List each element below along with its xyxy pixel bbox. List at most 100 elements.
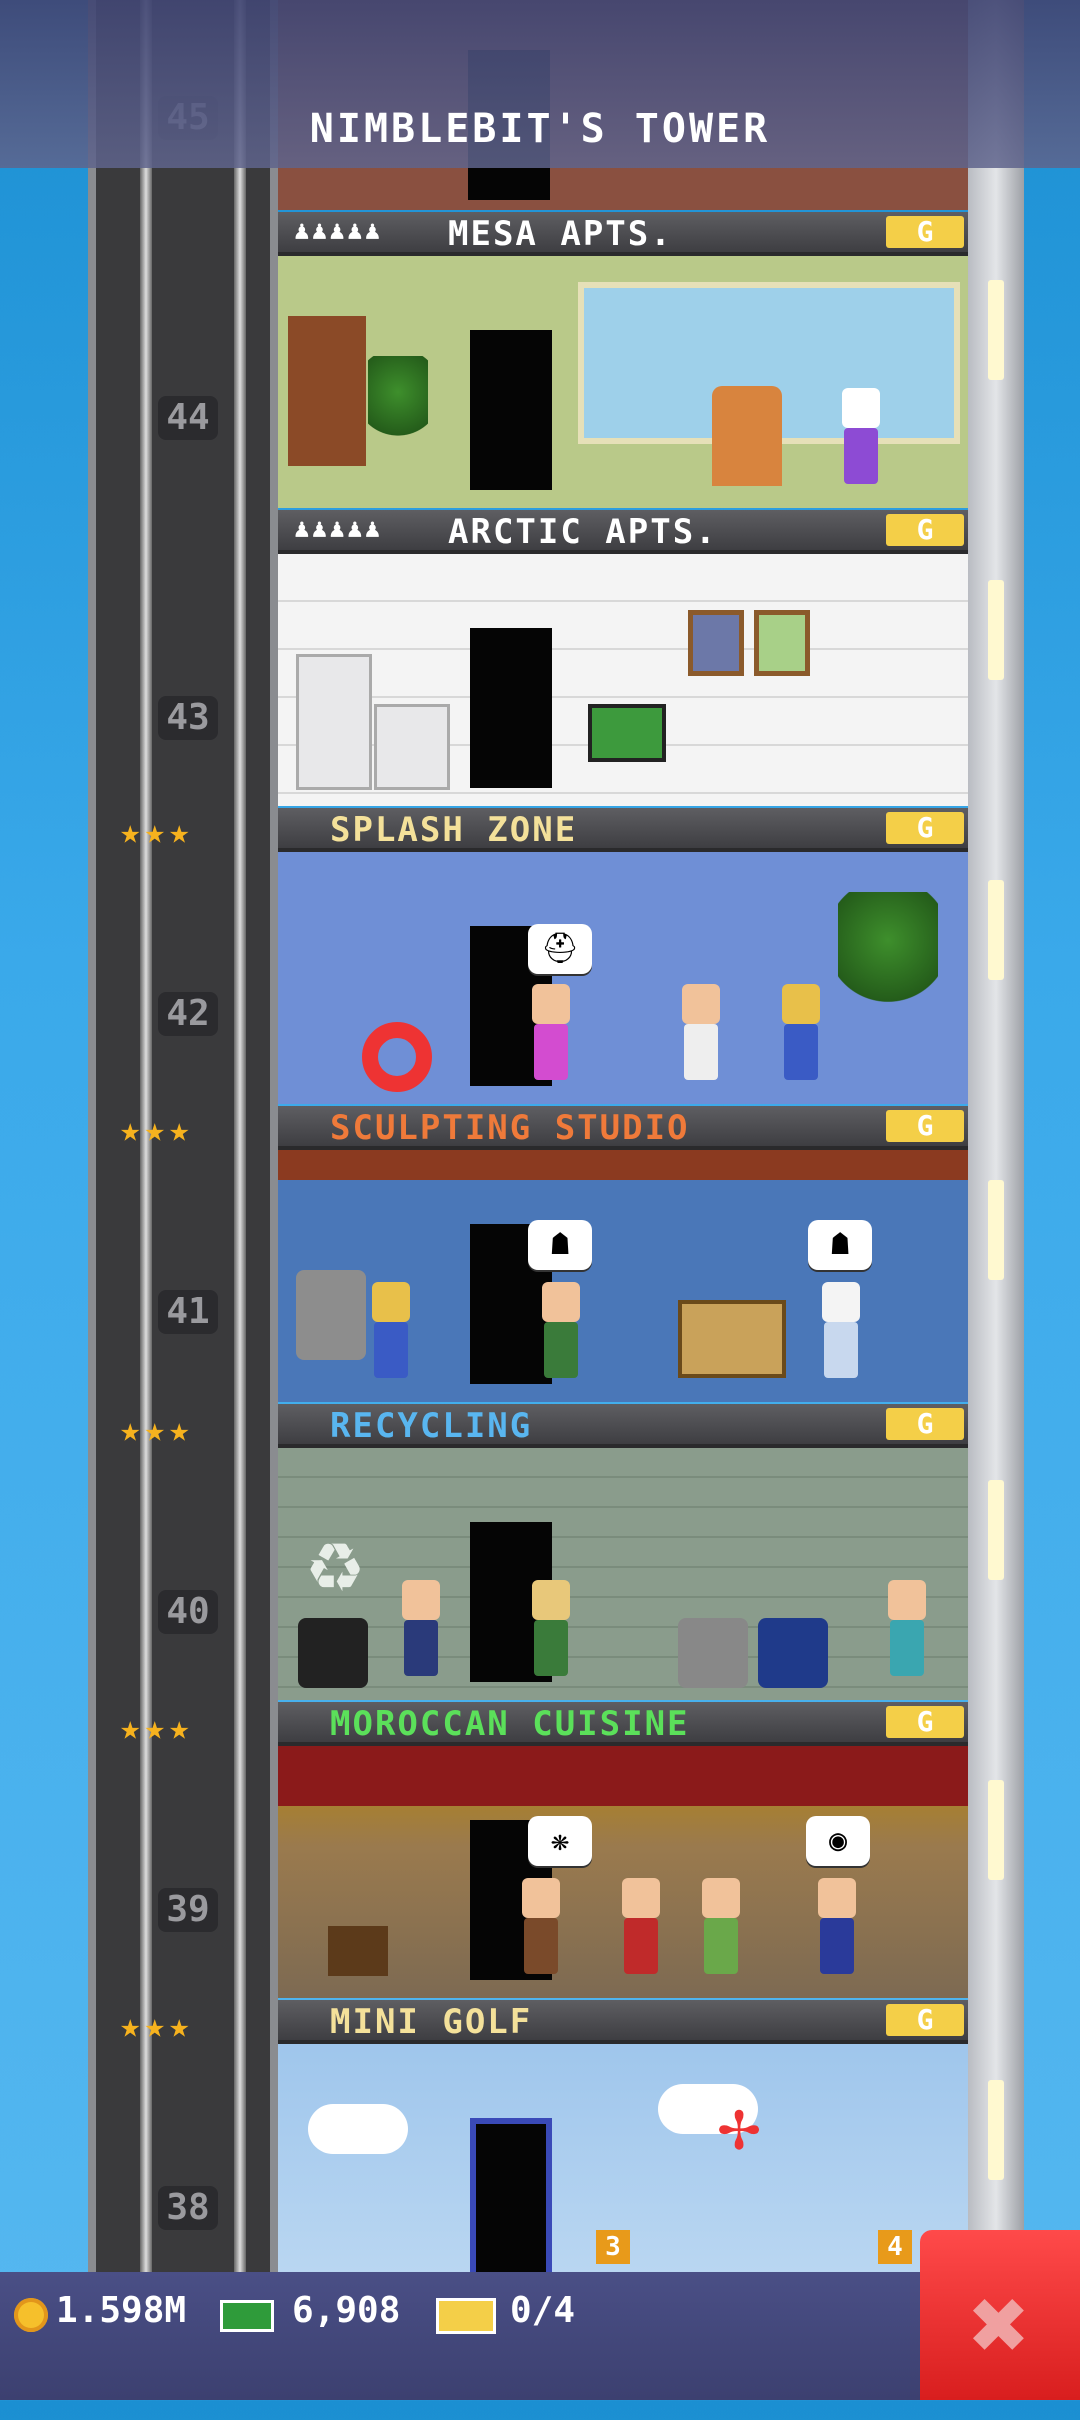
gold-badge[interactable]: G <box>886 1706 964 1738</box>
floor-name: ARCTIC APTS. <box>448 512 718 552</box>
bux-value: 6,908 <box>292 2290 401 2331</box>
customer[interactable] <box>528 984 574 1084</box>
floor-name-bar: ♟♟♟♟♟ MESA APTS. G <box>278 212 968 256</box>
floor-42[interactable]: SPLASH ZONE G ⛑ <box>278 808 968 1104</box>
unicorn-resident[interactable] <box>838 388 884 488</box>
bookshelf <box>288 316 366 466</box>
floor-43[interactable]: ♟♟♟♟♟ ARCTIC APTS. G <box>278 510 968 806</box>
thought-bubble: ⛑ <box>528 924 592 974</box>
recycling-bin <box>298 1618 368 1688</box>
floor-number-41: 41 <box>158 1290 218 1334</box>
windmill-icon: ✢ <box>718 2084 761 2166</box>
customer[interactable] <box>698 1878 744 1978</box>
floor-number-40: 40 <box>158 1590 218 1634</box>
gold-badge[interactable]: G <box>886 1110 964 1142</box>
sculpture <box>296 1270 366 1360</box>
floor-number-42: 42 <box>158 992 218 1036</box>
recycle-icon: ♻ <box>308 1508 363 1613</box>
coins-value: 1.598M <box>56 2290 187 2331</box>
refrigerator <box>296 654 372 790</box>
resident-icons: ♟♟♟♟♟ <box>294 216 383 246</box>
floor-door <box>470 330 552 490</box>
tower-window <box>988 1180 1004 1280</box>
close-icon: ✖ <box>969 2266 1031 2383</box>
customer[interactable] <box>814 1878 860 1978</box>
floor-stars: ★★★ <box>120 2006 194 2046</box>
thought-bubble: ☗ <box>528 1220 592 1270</box>
customer[interactable] <box>678 984 724 1084</box>
floor-room[interactable]: ✢ 3 4 <box>278 2044 968 2296</box>
floor-room[interactable]: ♻ <box>278 1448 968 1700</box>
floor-number-44: 44 <box>158 396 218 440</box>
palm-tree <box>838 892 938 1012</box>
tickets-value: 0/4 <box>510 2290 576 2331</box>
floor-44[interactable]: ♟♟♟♟♟ MESA APTS. G <box>278 212 968 508</box>
floor-name-bar: ♟♟♟♟♟ ARCTIC APTS. G <box>278 510 968 554</box>
stove <box>374 704 450 790</box>
customer[interactable] <box>528 1580 574 1680</box>
recycling-bin <box>678 1618 748 1688</box>
floor-name: MOROCCAN CUISINE <box>330 1704 690 1744</box>
gold-badge[interactable]: G <box>886 1408 964 1440</box>
floor-name-bar: SPLASH ZONE G <box>278 808 968 852</box>
elevator-rail <box>234 0 246 2400</box>
cloud <box>308 2104 408 2154</box>
floor-number-43: 43 <box>158 696 218 740</box>
customer[interactable] <box>884 1580 930 1680</box>
floor-stars: ★★★ <box>120 1110 194 1150</box>
floor-room[interactable] <box>278 256 968 508</box>
plant <box>368 356 428 446</box>
floor-41[interactable]: SCULPTING STUDIO G ☗ ☗ <box>278 1106 968 1402</box>
floor-stars: ★★★ <box>120 1410 194 1450</box>
tower-window <box>988 880 1004 980</box>
floor-name: SCULPTING STUDIO <box>330 1108 690 1148</box>
customer[interactable] <box>538 1282 584 1382</box>
armchair <box>712 386 782 486</box>
room-marker: 3 <box>596 2230 630 2264</box>
bux-icon <box>220 2300 274 2332</box>
customer[interactable] <box>818 1282 864 1382</box>
curtain <box>278 1746 968 1806</box>
gold-badge[interactable]: G <box>886 2004 964 2036</box>
room-marker: 4 <box>878 2230 912 2264</box>
floor-name: MINI GOLF <box>330 2002 533 2042</box>
customer[interactable] <box>368 1282 414 1382</box>
floor-name-bar: RECYCLING G <box>278 1404 968 1448</box>
floor-room[interactable]: ❋ ◉ <box>278 1746 968 1998</box>
floor-room[interactable]: ☗ ☗ <box>278 1150 968 1402</box>
tower-window <box>988 280 1004 380</box>
tower-window <box>988 1480 1004 1580</box>
floor-stars: ★★★ <box>120 1708 194 1748</box>
floor-stars: ★★★ <box>120 812 194 852</box>
customer[interactable] <box>398 1580 444 1680</box>
floor-name-bar: MOROCCAN CUISINE G <box>278 1702 968 1746</box>
customer[interactable] <box>778 984 824 1084</box>
tower-window <box>988 2080 1004 2180</box>
table <box>328 1926 388 1976</box>
floor-39[interactable]: MOROCCAN CUISINE G ❋ ◉ <box>278 1702 968 1998</box>
tv <box>588 704 666 762</box>
floor-number-38: 38 <box>158 2186 218 2230</box>
shelf <box>678 1300 786 1378</box>
thought-bubble: ◉ <box>806 1816 870 1866</box>
resident-icons: ♟♟♟♟♟ <box>294 514 383 544</box>
ceiling-trim <box>278 1150 968 1180</box>
gold-badge[interactable]: G <box>886 216 964 248</box>
picture-frame <box>754 610 810 676</box>
customer[interactable] <box>618 1878 664 1978</box>
ticket-icon <box>436 2298 496 2334</box>
floor-38[interactable]: MINI GOLF G ✢ 3 4 <box>278 2000 968 2296</box>
customer[interactable] <box>518 1878 564 1978</box>
tower-view[interactable]: 45 44 43 42 41 40 39 38 ★★★ ★★★ ★★★ ★★★ … <box>0 0 1080 2400</box>
floor-40[interactable]: RECYCLING G ♻ <box>278 1404 968 1700</box>
close-button[interactable]: ✖ <box>920 2230 1080 2400</box>
floor-name: RECYCLING <box>330 1406 533 1446</box>
thought-bubble: ❋ <box>528 1816 592 1866</box>
floor-room[interactable]: ⛑ <box>278 852 968 1104</box>
floor-room[interactable] <box>278 554 968 806</box>
header-bar: NIMBLEBIT'S TOWER <box>0 0 1080 168</box>
gold-badge[interactable]: G <box>886 514 964 546</box>
gold-badge[interactable]: G <box>886 812 964 844</box>
thought-bubble: ☗ <box>808 1220 872 1270</box>
tower-title: NIMBLEBIT'S TOWER <box>309 106 771 152</box>
